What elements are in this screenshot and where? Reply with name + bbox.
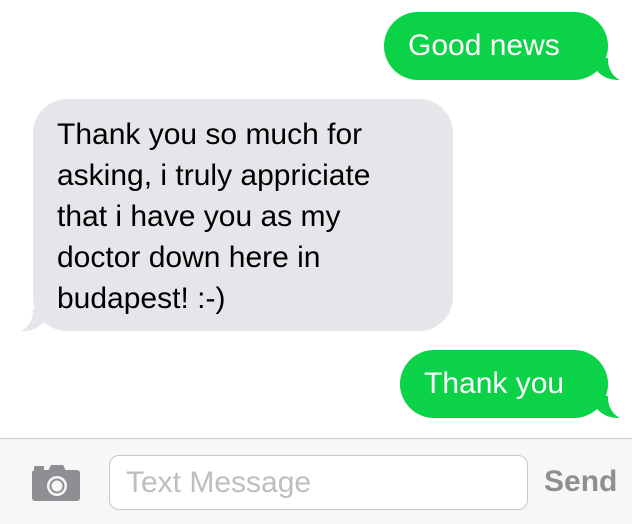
camera-button[interactable] [30,463,82,503]
message-text: Good news [408,29,560,62]
text-message-input[interactable] [109,455,528,510]
sent-message-bubble[interactable]: Thank you [400,350,632,420]
message-input-bar: Send [0,438,632,524]
received-message-bubble[interactable]: Thank you so much for asking, i truly ap… [7,99,453,333]
message-text: Thank you [424,367,565,400]
message-text: Thank you so much for asking, i truly ap… [57,118,371,315]
message-thread[interactable]: Good news Thank you so much for asking, … [0,0,632,438]
camera-icon [32,465,80,501]
sent-message-bubble[interactable]: Good news [384,12,632,82]
send-button[interactable]: Send [544,464,617,500]
